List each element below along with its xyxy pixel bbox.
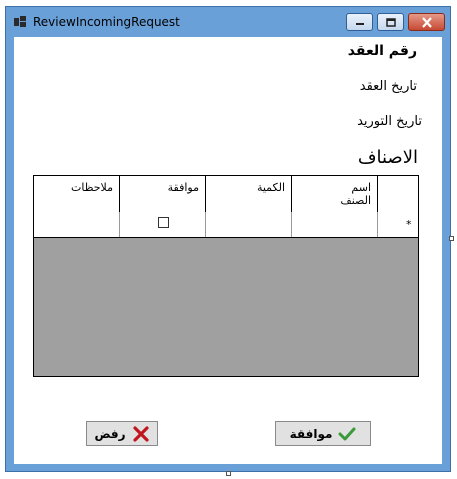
row-header-corner	[378, 176, 418, 212]
row-header-cell[interactable]: *	[378, 212, 418, 237]
contract-number-label: رقم العقد	[347, 43, 417, 59]
item-name-cell[interactable]	[292, 212, 378, 237]
column-header-item-name[interactable]: اسم الصنف	[292, 176, 378, 212]
title-bar[interactable]: ReviewIncomingRequest	[6, 7, 450, 37]
column-header-notes[interactable]: ملاحظات	[34, 176, 120, 212]
maximize-button[interactable]	[377, 13, 404, 31]
maximize-icon	[378, 14, 403, 30]
minimize-icon	[347, 14, 372, 30]
column-header-quantity[interactable]: الكمية	[206, 176, 292, 212]
reject-label: رفض	[94, 426, 126, 441]
close-button[interactable]	[408, 13, 445, 31]
items-grid[interactable]: ملاحظات موافقة الكمية اسم الصنف *	[33, 175, 419, 377]
window-title: ReviewIncomingRequest	[33, 15, 180, 29]
new-row-marker: *	[406, 218, 412, 231]
reject-x-icon	[132, 425, 149, 442]
approval-cell[interactable]	[120, 212, 206, 237]
resize-grip-right[interactable]	[449, 236, 454, 241]
minimize-button[interactable]	[346, 13, 373, 31]
items-label: الاصناف	[357, 147, 418, 168]
grid-header: ملاحظات موافقة الكمية اسم الصنف	[34, 176, 418, 213]
supply-date-label: تاريخ التوريد	[357, 114, 422, 129]
approve-check-icon	[338, 427, 356, 440]
reject-button[interactable]: رفض	[86, 421, 158, 446]
approve-button[interactable]: موافقة	[275, 421, 371, 446]
app-icon	[14, 16, 26, 28]
form-body: رقم العقد تاريخ العقد تاريخ التوريد الاص…	[14, 37, 442, 464]
notes-cell[interactable]	[34, 212, 120, 237]
resize-grip-bottom[interactable]	[226, 471, 231, 476]
approval-checkbox[interactable]	[158, 217, 169, 228]
app-window: ReviewIncomingRequest رقم العقد تاريخ ال…	[5, 6, 451, 472]
approve-label: موافقة	[289, 426, 333, 441]
quantity-cell[interactable]	[206, 212, 292, 237]
table-row[interactable]: *	[34, 212, 418, 238]
close-icon	[409, 14, 444, 30]
column-header-approval[interactable]: موافقة	[120, 176, 206, 212]
contract-date-label: تاريخ العقد	[359, 79, 417, 94]
